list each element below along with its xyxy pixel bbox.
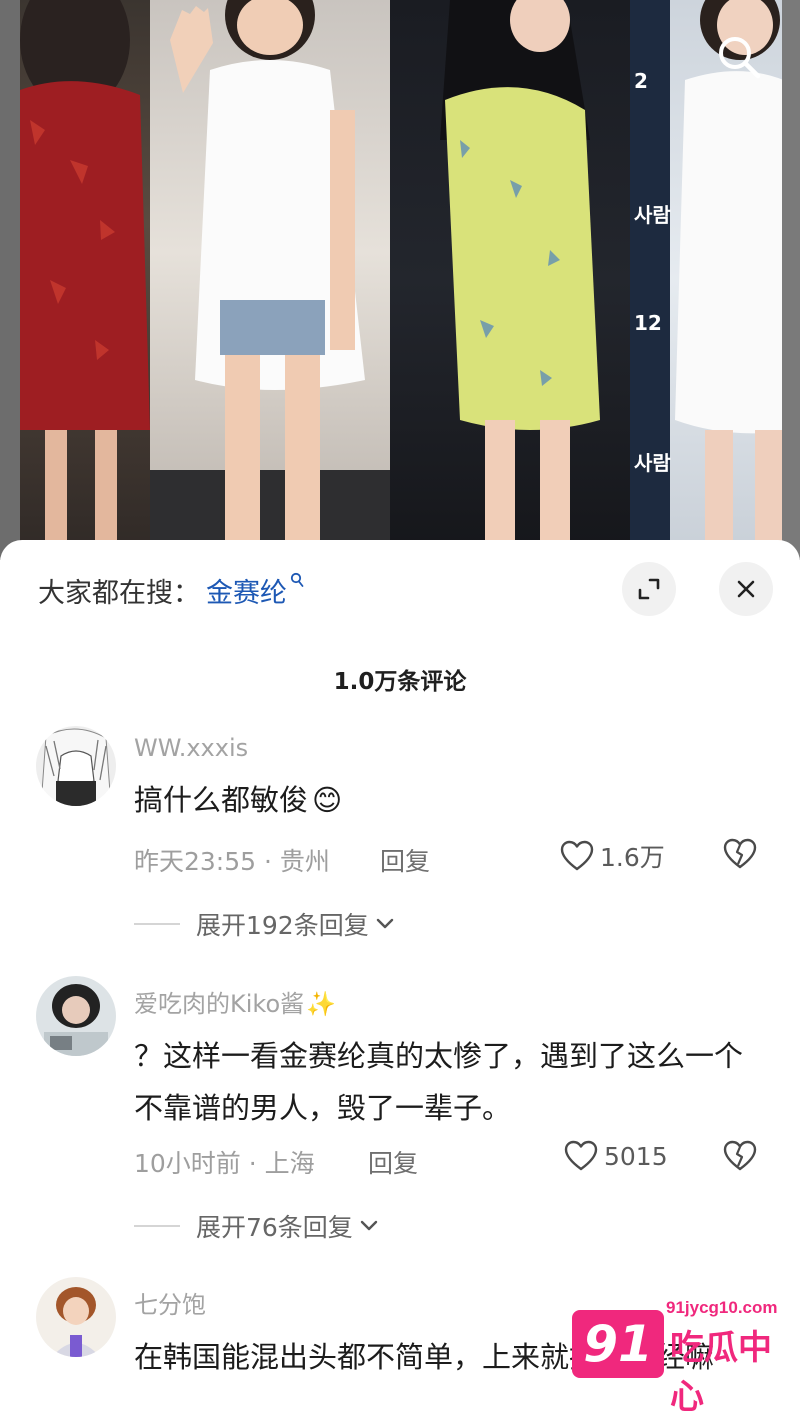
broken-heart-icon — [723, 838, 757, 869]
comment-text: ？这样一看金赛纶真的太惨了，遇到了这么一个不靠谱的男人，毁了一辈子。 — [134, 1039, 744, 1125]
svg-text:사람: 사람 — [634, 451, 671, 475]
comment-body: 搞什么都敏俊 — [134, 783, 309, 817]
hot-search-bar: 大家都在搜： 金赛纶 — [38, 568, 304, 612]
chevron-down-icon — [360, 1220, 378, 1231]
like-button[interactable]: 1.6万 — [560, 838, 665, 874]
comment-username[interactable]: 爱吃肉的Kiko酱✨ — [134, 984, 336, 1019]
reply-button[interactable]: 回复 — [380, 842, 430, 878]
photo-frame-right — [782, 0, 800, 560]
expand-replies-button[interactable]: 展开192条回复 — [134, 906, 395, 942]
comment-text: 搞什么都敏俊 😊 — [134, 774, 754, 826]
collapse-button[interactable] — [622, 562, 676, 616]
like-count: 5015 — [604, 1141, 668, 1171]
photo-panel-4: 2 사람 12 사람 — [630, 0, 800, 560]
comment-item: 爱吃肉的Kiko酱✨ ？这样一看金赛纶真的太惨了，遇到了这么一个不靠谱的男人，毁… — [0, 976, 800, 1266]
watermark-badge: 91 — [572, 1310, 664, 1378]
comment-time-location: 10小时前 · 上海 — [134, 1149, 315, 1178]
reply-button[interactable]: 回复 — [368, 1144, 418, 1180]
comment-username[interactable]: 七分饱 — [134, 1285, 206, 1320]
heart-icon — [560, 840, 594, 871]
hot-search-label: 大家都在搜： — [38, 577, 200, 609]
comment-username-text: 爱吃肉的Kiko酱 — [134, 990, 305, 1018]
sparkle-icon: ✨ — [306, 990, 337, 1018]
site-watermark: 91 91jycg10.com 吃瓜中心 — [568, 1290, 800, 1417]
search-icon[interactable] — [714, 32, 764, 82]
broken-heart-icon — [723, 1140, 757, 1171]
avatar[interactable] — [36, 1277, 116, 1357]
comment-sheet: 大家都在搜： 金赛纶 1.0万条评论 WW.xxxis 搞什么都敏俊 😊 昨天2… — [0, 540, 800, 1395]
collapse-icon — [638, 578, 660, 600]
photo-panel-2 — [150, 0, 390, 560]
expand-replies-button[interactable]: 展开76条回复 — [134, 1208, 379, 1244]
header-photo: 2 사람 12 사람 — [0, 0, 800, 560]
avatar[interactable] — [36, 976, 116, 1056]
hot-search-small-search-icon[interactable] — [290, 572, 304, 593]
hot-search-term[interactable]: 金赛纶 — [206, 571, 287, 610]
watermark-name: 吃瓜中心 — [670, 1328, 772, 1417]
dislike-button[interactable] — [722, 838, 758, 874]
expand-replies-label: 展开76条回复 — [196, 1213, 353, 1242]
like-count: 1.6万 — [600, 843, 665, 872]
heart-icon — [564, 1140, 598, 1171]
chevron-down-icon — [376, 918, 393, 929]
watermark-url: 91jycg10.com — [666, 1298, 778, 1317]
avatar[interactable] — [36, 726, 116, 806]
photo-panel-3 — [390, 0, 630, 560]
expand-divider — [134, 1225, 180, 1227]
expand-divider — [134, 923, 180, 925]
close-icon — [737, 580, 755, 598]
comment-username[interactable]: WW.xxxis — [134, 734, 248, 762]
like-button[interactable]: 5015 — [564, 1140, 668, 1172]
photo-frame-left — [0, 0, 20, 560]
comment-count-title: 1.0万条评论 — [333, 669, 467, 695]
svg-text:사람: 사람 — [634, 203, 671, 227]
close-button[interactable] — [719, 562, 773, 616]
comment-time-location: 昨天23:55 · 贵州 — [134, 847, 330, 876]
photo-panel-1 — [0, 0, 150, 560]
expand-replies-label: 展开192条回复 — [196, 911, 369, 940]
smile-emoji-icon: 😊 — [312, 783, 343, 817]
dislike-button[interactable] — [722, 1140, 758, 1176]
svg-text:12: 12 — [634, 311, 662, 335]
comment-item: WW.xxxis 搞什么都敏俊 😊 昨天23:55 · 贵州 回复 1.6万 展开… — [0, 726, 800, 956]
svg-text:2: 2 — [634, 69, 648, 93]
